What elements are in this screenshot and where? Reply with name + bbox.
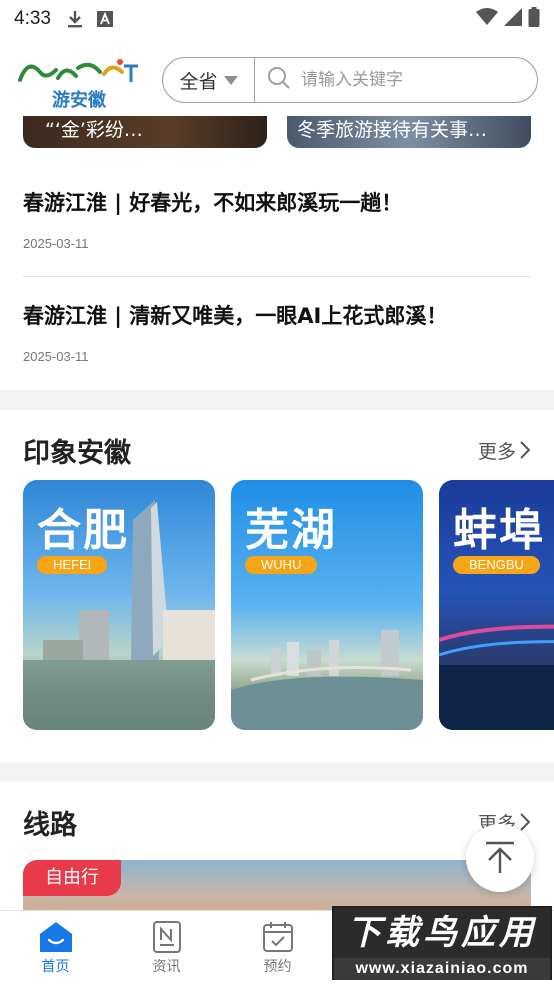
app-logo[interactable]: 游安徽 — [16, 50, 146, 111]
city-en-badge: WUHU — [245, 556, 318, 574]
city-card-bengbu[interactable]: 蚌埠 BENGBU — [439, 480, 554, 730]
tab-booking[interactable]: 预约 — [222, 911, 333, 984]
section-header: 印象安徽 更多 — [23, 430, 530, 470]
section-title: 印象安徽 — [23, 437, 131, 469]
city-name: 蚌埠 — [453, 505, 545, 556]
back-to-top-button[interactable] — [466, 824, 534, 892]
city-en-badge: HEFEI — [37, 556, 108, 574]
city-card-hefei[interactable]: 合肥 HEFEI — [23, 480, 215, 730]
route-tag: 自由行 — [23, 860, 121, 896]
top-card-title: “‘金’彩纷… — [45, 119, 143, 141]
battery-icon — [528, 7, 540, 31]
calendar-icon — [262, 922, 293, 952]
status-bar: 4:33 — [0, 0, 554, 38]
more-label: 更多 — [477, 440, 516, 463]
more-link[interactable]: 更多 — [478, 437, 530, 464]
search-icon — [267, 66, 291, 94]
signal-icon — [504, 8, 522, 30]
section-title: 线路 — [23, 809, 77, 841]
region-label: 全省 — [179, 70, 218, 93]
top-card-row: “‘金’彩纷… 冬季旅游接待有关事… — [0, 116, 554, 152]
caret-down-icon — [223, 75, 238, 85]
top-card[interactable]: 冬季旅游接待有关事… — [287, 116, 531, 148]
news-list: 春游江淮 | 好春光，不如来郎溪玩一趟！ 2025-03-11 春游江淮 | 清… — [0, 152, 554, 390]
search-field[interactable] — [255, 66, 537, 94]
news-date: 2025-03-11 — [23, 236, 89, 251]
city-name: 芜湖 — [245, 505, 337, 556]
app-screen: 4:33 游安徽 全省 请输入关键字 “‘金’彩纷… 冬季旅游接待有关事… 春游… — [0, 0, 554, 984]
tab-label: 资讯 — [152, 959, 181, 975]
city-name: 合肥 — [37, 505, 129, 556]
section-divider — [0, 762, 554, 782]
status-time: 4:33 — [14, 8, 51, 29]
search-bar: 全省 — [162, 57, 538, 103]
wifi-icon — [476, 8, 498, 30]
news-title: 春游江淮 | 好春光，不如来郎溪玩一趟！ — [23, 191, 403, 215]
search-input[interactable] — [301, 70, 501, 90]
city-en-badge: BENGBU — [453, 556, 540, 574]
watermark-url: www.xiazainiao.com — [334, 958, 550, 980]
city-card-wuhu[interactable]: 芜湖 WUHU — [231, 480, 423, 730]
header: 游安徽 全省 — [0, 44, 554, 116]
tab-label: 预约 — [263, 959, 292, 975]
watermark: 下载鸟应用 www.xiazainiao.com — [332, 906, 552, 980]
news-item[interactable]: 春游江淮 | 好春光，不如来郎溪玩一趟！ 2025-03-11 — [23, 152, 531, 262]
tab-news[interactable]: 资讯 — [111, 911, 222, 984]
logo-text: 游安徽 — [52, 90, 106, 111]
section-header: 线路 更多 — [23, 802, 530, 842]
news-icon — [152, 921, 181, 953]
top-card[interactable]: “‘金’彩纷… — [23, 116, 267, 148]
arrow-up-icon — [486, 841, 514, 873]
news-title: 春游江淮 | 清新又唯美，一眼AI上花式郎溪！ — [23, 304, 448, 328]
news-item[interactable]: 春游江淮 | 清新又唯美，一眼AI上花式郎溪！ 2025-03-11 — [23, 276, 531, 386]
font-icon — [96, 11, 113, 27]
watermark-title: 下载鸟应用 — [334, 908, 550, 958]
impression-section: 印象安徽 更多 合肥 HEFEI 芜湖 WUHU 蚌埠 BENGBU — [0, 410, 554, 762]
download-icon — [67, 10, 83, 28]
news-date: 2025-03-11 — [23, 349, 89, 364]
home-icon — [39, 922, 72, 952]
tab-home[interactable]: 首页 — [0, 911, 111, 984]
top-card-title: 冬季旅游接待有关事… — [297, 119, 488, 141]
city-carousel[interactable]: 合肥 HEFEI 芜湖 WUHU 蚌埠 BENGBU — [23, 480, 554, 730]
chevron-right-icon — [520, 441, 530, 459]
region-select[interactable]: 全省 — [163, 58, 255, 102]
chevron-right-icon — [520, 813, 530, 831]
tab-label: 首页 — [41, 959, 70, 975]
section-divider — [0, 390, 554, 410]
